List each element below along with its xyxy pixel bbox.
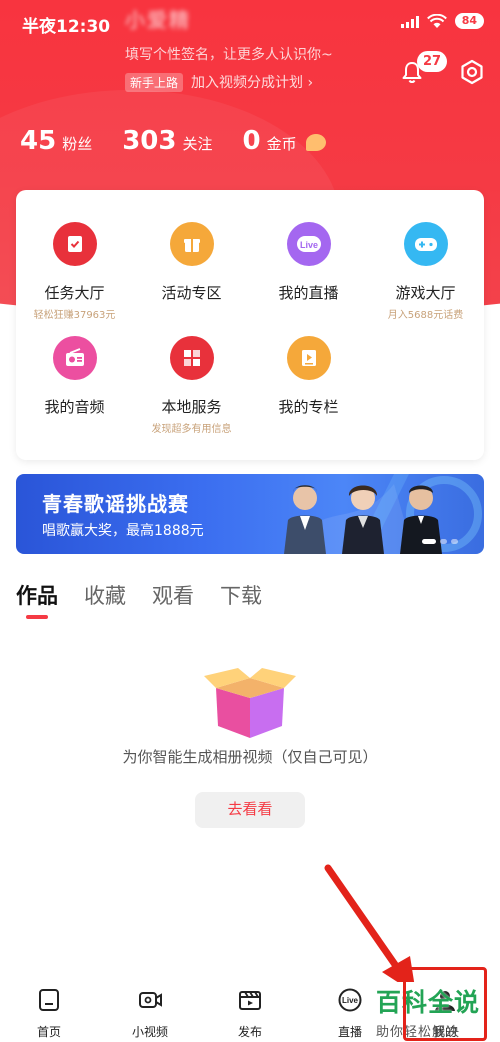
- empty-box-icon: [204, 668, 296, 738]
- stat-following[interactable]: 303 关注: [122, 126, 212, 156]
- service-label: 本地服务: [161, 398, 222, 416]
- nav-label: 发布: [237, 1025, 262, 1039]
- stat-value: 0: [242, 126, 261, 156]
- creator-badge: 新手上路: [125, 72, 184, 92]
- notification-badge: 27: [417, 51, 448, 72]
- service-local[interactable]: 本地服务 发现超多有用信息: [133, 336, 250, 435]
- home-icon: [39, 989, 59, 1011]
- service-my-live[interactable]: Live 我的直播: [250, 222, 367, 303]
- banner-people: [282, 478, 444, 554]
- nav-label: 首页: [36, 1025, 61, 1039]
- person-image: [284, 485, 326, 554]
- nav-home[interactable]: 首页: [9, 987, 89, 1040]
- radio-icon: [52, 336, 97, 380]
- service-task-hall[interactable]: 任务大厅 轻松狂赚37963元: [16, 222, 133, 321]
- signal-icon: [400, 14, 419, 28]
- banner-pagination: [422, 539, 458, 544]
- service-label: 我的直播: [278, 284, 339, 302]
- tab-downloads[interactable]: 下载: [220, 580, 262, 610]
- annotation-highlight-box: [403, 967, 487, 1041]
- creator-plan-link[interactable]: 加入视频分成计划 ›: [191, 72, 313, 92]
- content-tabs: 作品 收藏 观看 下载: [16, 580, 262, 610]
- local-service-icon: [169, 336, 214, 380]
- service-sub: 发现超多有用信息: [151, 424, 232, 435]
- tab-works[interactable]: 作品: [16, 580, 58, 610]
- battery-icon: 84: [454, 13, 484, 29]
- publish-icon: [239, 991, 261, 1010]
- stat-label: 关注: [182, 135, 213, 153]
- service-label: 活动专区: [161, 284, 222, 302]
- empty-state-text: 为你智能生成相册视频（仅自己可见）: [122, 748, 378, 766]
- column-icon: [286, 336, 331, 380]
- banner-subtitle: 唱歌赢大奖，最高1888元: [42, 523, 204, 539]
- stat-label: 金币: [266, 135, 297, 153]
- service-label: 我的音频: [44, 398, 105, 416]
- service-sub: 轻松狂赚37963元: [33, 310, 116, 321]
- service-activity-zone[interactable]: 活动专区: [133, 222, 250, 303]
- profile-stats: 45 粉丝 303 关注 0 金币: [20, 126, 326, 156]
- stat-coins[interactable]: 0 金币: [243, 126, 326, 156]
- profile-name[interactable]: 小爱精: [125, 4, 191, 33]
- service-sub: 月入5688元话费: [387, 310, 464, 321]
- service-game-hall[interactable]: 游戏大厅 月入5688元话费: [367, 222, 484, 321]
- profile-signature[interactable]: 填写个性签名，让更多人认识你~: [125, 44, 333, 64]
- coin-icon: [305, 134, 326, 151]
- service-label: 任务大厅: [44, 284, 105, 302]
- status-time: 半夜12:30: [22, 17, 111, 37]
- status-icons: 84: [400, 13, 484, 29]
- stat-followers[interactable]: 45 粉丝: [20, 126, 92, 156]
- live-icon: Live: [338, 988, 362, 1012]
- service-label: 我的专栏: [278, 398, 339, 416]
- stat-value: 303: [122, 126, 177, 156]
- tab-favorites[interactable]: 收藏: [84, 580, 126, 610]
- service-my-audio[interactable]: 我的音频: [16, 336, 133, 417]
- svg-text:Live: Live: [299, 240, 317, 250]
- person-image: [342, 485, 384, 554]
- nav-label: 小视频: [131, 1025, 168, 1039]
- promo-banner[interactable]: 青春歌谣挑战赛 唱歌赢大奖，最高1888元: [16, 474, 484, 554]
- svg-text:Live: Live: [342, 996, 359, 1005]
- banner-title: 青春歌谣挑战赛: [42, 492, 189, 516]
- tab-history[interactable]: 观看: [152, 580, 194, 610]
- creator-plan-row[interactable]: 新手上路 加入视频分成计划 ›: [125, 72, 313, 92]
- live-icon: Live: [286, 222, 331, 266]
- service-label: 游戏大厅: [395, 284, 456, 302]
- nav-publish[interactable]: 发布: [210, 987, 290, 1040]
- stat-label: 粉丝: [62, 135, 93, 153]
- gamepad-icon: [403, 222, 448, 266]
- wifi-icon: [426, 13, 447, 28]
- status-bar: 半夜12:30 84: [0, 0, 500, 44]
- video-icon: [139, 992, 162, 1008]
- service-my-column[interactable]: 我的专栏: [250, 336, 367, 417]
- task-icon: [52, 222, 97, 266]
- service-grid: 任务大厅 轻松狂赚37963元 活动专区 Live 我的直播 游戏大厅 月入56…: [16, 190, 484, 460]
- nav-short-video[interactable]: 小视频: [110, 987, 190, 1040]
- active-tab-indicator: [26, 615, 48, 619]
- settings-icon[interactable]: [459, 59, 485, 85]
- go-see-button[interactable]: 去看看: [195, 792, 305, 828]
- gift-icon: [169, 222, 214, 266]
- stat-value: 45: [20, 126, 57, 156]
